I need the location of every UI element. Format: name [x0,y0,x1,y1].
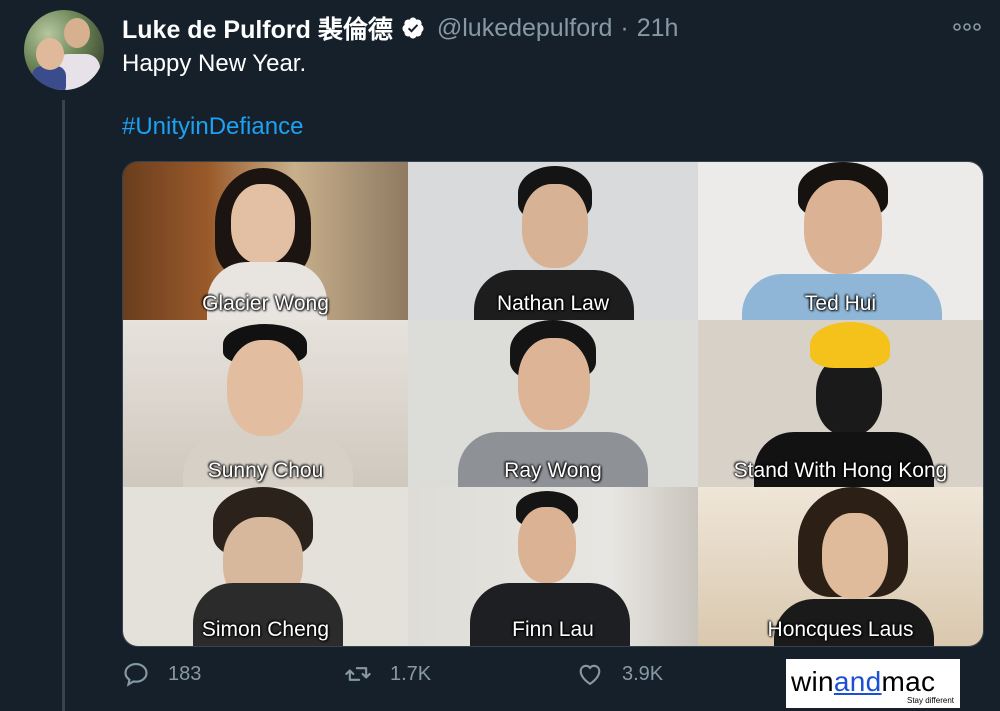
video-tile: Ted Hui [698,162,983,320]
retweet-count: 1.7K [390,662,432,685]
watermark-and: and [833,666,882,697]
display-name[interactable]: Luke de Pulford 裴倫德 [122,10,393,46]
user-handle[interactable]: @lukedepulford [437,14,613,43]
reply-button[interactable]: 183 [122,660,201,688]
participant-label: Simon Cheng [201,618,330,641]
participant-label: Stand With Hong Kong [733,459,948,482]
video-grid[interactable]: Glacier Wong Nathan Law Ted Hui Sunny Ch… [122,161,984,647]
video-tile: Honcques Laus [698,487,983,646]
ellipsis-icon[interactable] [952,14,982,40]
video-tile: Nathan Law [408,162,698,320]
video-tile: Ray Wong [408,320,698,487]
retweet-button[interactable]: 1.7K [344,660,431,688]
watermark-logo: winandmac Stay different [786,659,960,708]
like-button[interactable]: 3.9K [576,660,663,688]
reply-count: 183 [168,662,202,685]
participant-label: Honcques Laus [767,618,914,641]
avatar[interactable] [24,10,104,90]
video-tile: Finn Lau [408,487,698,646]
hashtag-link[interactable]: #UnityinDefiance [122,113,303,141]
participant-label: Sunny Chou [207,459,324,482]
heart-icon [579,664,601,686]
retweet-icon [345,667,371,681]
video-tile: Sunny Chou [123,320,408,487]
watermark-tagline: Stay different [907,696,954,705]
like-count: 3.9K [622,662,664,685]
separator: · [620,13,629,42]
timestamp[interactable]: 21h [637,14,679,43]
participant-label: Finn Lau [512,618,594,641]
participant-label: Glacier Wong [202,292,329,315]
tweet-text: Happy New Year. [122,50,307,77]
verified-badge-icon [401,16,425,40]
video-tile: Glacier Wong [123,162,408,320]
tweet-header: Luke de Pulford 裴倫德 @lukedepulford · 21h [122,10,678,46]
video-tile: Simon Cheng [123,487,408,646]
reply-icon [124,663,148,687]
participant-label: Nathan Law [496,292,610,315]
watermark-win: win [791,666,834,697]
participant-label: Ray Wong [504,459,602,482]
participant-label: Ted Hui [804,292,877,315]
video-tile: Stand With Hong Kong [698,320,983,487]
watermark-mac: mac [881,666,936,697]
thread-line [62,100,65,711]
